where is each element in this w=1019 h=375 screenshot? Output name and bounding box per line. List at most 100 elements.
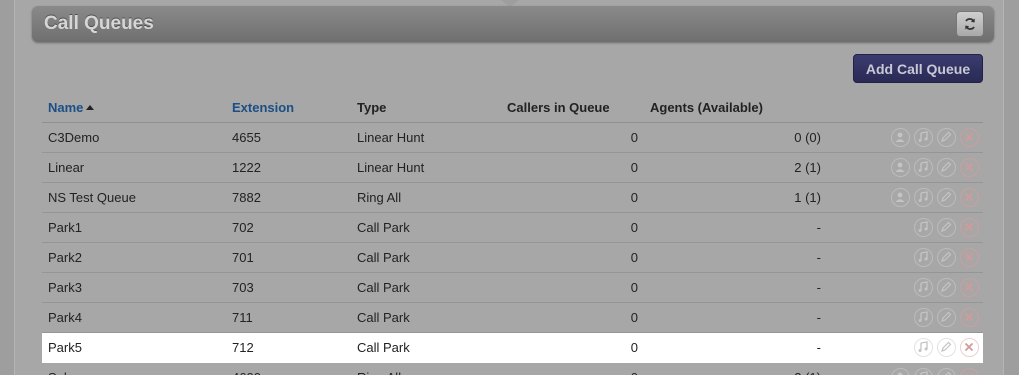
queue-type: Call Park — [351, 302, 501, 333]
music-icon[interactable] — [914, 367, 933, 375]
queue-extension: 712 — [226, 332, 351, 363]
music-icon[interactable] — [914, 277, 933, 297]
table-row[interactable]: Park4 711 Call Park 0- — [42, 302, 983, 333]
refresh-icon — [965, 18, 975, 30]
music-icon[interactable] — [914, 307, 933, 327]
queue-name-link[interactable]: Park2 — [42, 242, 226, 273]
queue-type: Call Park — [351, 212, 501, 243]
queue-extension: 711 — [226, 302, 351, 333]
queue-extension: 7882 — [226, 182, 351, 213]
delete-icon[interactable] — [960, 307, 979, 327]
queue-extension: 4655 — [226, 122, 351, 153]
edit-icon[interactable] — [937, 157, 956, 177]
table-row[interactable]: Park5 712 Call Park 0- — [42, 332, 983, 363]
music-icon[interactable] — [914, 337, 933, 357]
column-header-type: Type — [351, 93, 501, 123]
row-actions — [827, 242, 983, 273]
queue-name-link[interactable]: C3Demo — [42, 122, 226, 153]
column-header-name[interactable]: Name — [42, 93, 226, 123]
column-header-extension[interactable]: Extension — [226, 93, 351, 123]
callers-in-queue-link[interactable]: 0 — [501, 212, 644, 243]
music-icon[interactable] — [914, 127, 933, 147]
queue-name-link[interactable]: Park5 — [42, 332, 226, 363]
row-actions — [827, 272, 983, 303]
queue-name-link[interactable]: Sales — [42, 362, 226, 375]
agents-icon[interactable] — [891, 157, 910, 177]
table-body: C3Demo 4655 Linear Hunt 0 0 (0) Linear 1222 Lin… — [42, 122, 983, 375]
row-actions — [827, 332, 983, 363]
table-row[interactable]: Sales4600Ring All02 (1) — [42, 362, 983, 375]
callers-in-queue-link[interactable]: 0 — [501, 182, 644, 213]
music-icon[interactable] — [914, 247, 933, 267]
delete-icon[interactable] — [960, 187, 979, 207]
table-row[interactable]: Park3 703 Call Park 0- — [42, 272, 983, 303]
delete-icon[interactable] — [960, 157, 979, 177]
queue-name-link[interactable]: Park4 — [42, 302, 226, 333]
sort-ascending-icon — [86, 104, 95, 110]
queue-type: Call Park — [351, 242, 501, 273]
edit-icon[interactable] — [937, 277, 956, 297]
table-header-row: Name Extension Type Callers in Queue Age… — [42, 93, 983, 123]
table-row[interactable]: Linear 1222 Linear Hunt 0 2 (1) — [42, 152, 983, 183]
queue-type: Linear Hunt — [351, 122, 501, 153]
edit-icon[interactable] — [937, 217, 956, 237]
callers-in-queue-link[interactable]: 0 — [501, 272, 644, 303]
edit-icon[interactable] — [937, 247, 956, 267]
queue-type: Call Park — [351, 332, 501, 363]
page-title: Call Queues — [44, 13, 154, 34]
agents-available[interactable]: 0 (0) — [644, 122, 827, 153]
agents-available[interactable]: 2 (1) — [644, 152, 827, 183]
agents-available: - — [644, 212, 827, 243]
row-actions — [827, 182, 983, 213]
table-row[interactable]: Park2 701 Call Park 0- — [42, 242, 983, 273]
agents-available[interactable]: 2 (1) — [644, 362, 827, 375]
delete-icon[interactable] — [960, 247, 979, 267]
callers-in-queue-link[interactable]: 0 — [501, 122, 644, 153]
refresh-button[interactable] — [956, 11, 984, 37]
column-header-actions — [827, 93, 983, 123]
row-actions — [827, 152, 983, 183]
column-header-agents: Agents (Available) — [644, 93, 827, 123]
queue-extension: 702 — [226, 212, 351, 243]
delete-icon[interactable] — [960, 277, 979, 297]
row-actions — [827, 362, 983, 375]
queue-type: Linear Hunt — [351, 152, 501, 183]
delete-icon[interactable] — [960, 367, 979, 375]
edit-icon[interactable] — [937, 307, 956, 327]
table-row[interactable]: Park1 702 Call Park 0- — [42, 212, 983, 243]
agents-available: - — [644, 302, 827, 333]
table-row[interactable]: NS Test Queue 7882 Ring All 0 1 (1) — [42, 182, 983, 213]
agents-icon[interactable] — [891, 367, 910, 375]
callers-in-queue-link[interactable]: 0 — [501, 302, 644, 333]
column-header-name-label: Name — [48, 99, 84, 115]
queue-name-link[interactable]: Linear — [42, 152, 226, 183]
callers-in-queue-link[interactable]: 0 — [501, 362, 644, 375]
queue-name-link[interactable]: Park3 — [42, 272, 226, 303]
queue-name-link[interactable]: Park1 — [42, 212, 226, 243]
edit-icon[interactable] — [937, 127, 956, 147]
callers-in-queue-link[interactable]: 0 — [501, 242, 644, 273]
agents-icon[interactable] — [891, 187, 910, 207]
delete-icon[interactable] — [960, 217, 979, 237]
edit-icon[interactable] — [937, 337, 956, 357]
agents-available[interactable]: 1 (1) — [644, 182, 827, 213]
queue-type: Call Park — [351, 272, 501, 303]
music-icon[interactable] — [914, 157, 933, 177]
delete-icon[interactable] — [960, 337, 979, 357]
edit-icon[interactable] — [937, 367, 956, 375]
table-row[interactable]: C3Demo 4655 Linear Hunt 0 0 (0) — [42, 122, 983, 153]
queue-extension: 703 — [226, 272, 351, 303]
edit-icon[interactable] — [937, 187, 956, 207]
music-icon[interactable] — [914, 187, 933, 207]
agents-available: - — [644, 272, 827, 303]
agents-icon[interactable] — [891, 127, 910, 147]
column-header-callers: Callers in Queue — [501, 93, 644, 123]
queue-type: Ring All — [351, 182, 501, 213]
queue-name-link[interactable]: NS Test Queue — [42, 182, 226, 213]
delete-icon[interactable] — [960, 127, 979, 147]
add-call-queue-button[interactable]: Add Call Queue — [853, 54, 983, 83]
page-header: Call Queues — [32, 6, 994, 42]
callers-in-queue-link[interactable]: 0 — [501, 152, 644, 183]
callers-in-queue-link[interactable]: 0 — [501, 332, 644, 363]
music-icon[interactable] — [914, 217, 933, 237]
